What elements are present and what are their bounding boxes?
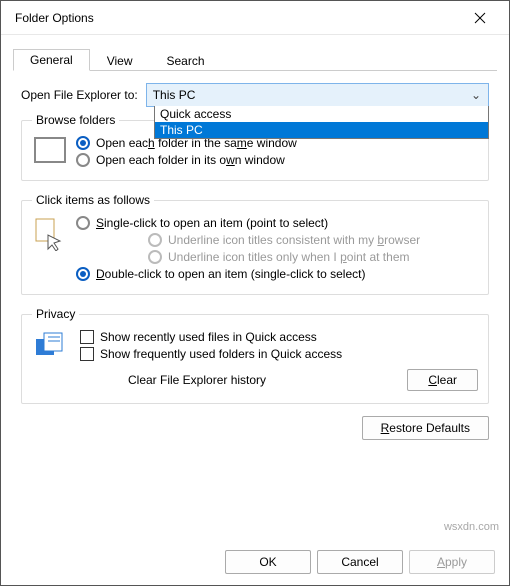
close-icon bbox=[474, 12, 486, 24]
click-items-group: Click items as follows Single-click to o… bbox=[21, 193, 489, 295]
radio-icon bbox=[76, 136, 90, 150]
tab-view[interactable]: View bbox=[90, 50, 150, 71]
dialog-footer: OK Cancel Apply bbox=[1, 539, 509, 585]
titlebar: Folder Options bbox=[1, 1, 509, 35]
tab-general[interactable]: General bbox=[13, 49, 90, 71]
watermark: wsxdn.com bbox=[444, 521, 499, 533]
tab-search[interactable]: Search bbox=[150, 50, 222, 71]
window-title: Folder Options bbox=[15, 11, 94, 25]
radio-underline-browser: Underline icon titles consistent with my… bbox=[148, 233, 478, 247]
radio-icon bbox=[76, 216, 90, 230]
dropdown-option-this-pc[interactable]: This PC bbox=[155, 122, 488, 138]
radio-double-click[interactable]: Double-click to open an item (single-cli… bbox=[76, 267, 478, 281]
dropdown-option-quick-access[interactable]: Quick access bbox=[155, 106, 488, 122]
close-button[interactable] bbox=[459, 3, 501, 33]
privacy-icon bbox=[34, 331, 66, 359]
radio-own-window[interactable]: Open each folder in its own window bbox=[76, 153, 478, 167]
radio-icon bbox=[76, 153, 90, 167]
chevron-down-icon: ⌄ bbox=[470, 88, 482, 102]
privacy-legend: Privacy bbox=[32, 307, 79, 321]
open-explorer-combobox[interactable]: This PC ⌄ bbox=[146, 83, 489, 107]
radio-icon bbox=[76, 267, 90, 281]
radio-icon bbox=[148, 233, 162, 247]
clear-history-label: Clear File Explorer history bbox=[128, 373, 266, 387]
combobox-value: This PC bbox=[153, 88, 196, 102]
radio-icon bbox=[148, 250, 162, 264]
privacy-group: Privacy Show recently used files in Quic… bbox=[21, 307, 489, 404]
radio-underline-point: Underline icon titles only when I point … bbox=[148, 250, 478, 264]
open-explorer-dropdown: Quick access This PC bbox=[154, 106, 489, 139]
radio-single-click[interactable]: Single-click to open an item (point to s… bbox=[76, 216, 478, 230]
checkbox-recent-files[interactable]: Show recently used files in Quick access bbox=[80, 330, 478, 344]
browse-folders-legend: Browse folders bbox=[32, 113, 119, 127]
folder-icon bbox=[34, 137, 66, 163]
cancel-button[interactable]: Cancel bbox=[317, 550, 403, 574]
apply-button[interactable]: Apply bbox=[409, 550, 495, 574]
click-items-legend: Click items as follows bbox=[32, 193, 154, 207]
restore-defaults-button[interactable]: Restore Defaults bbox=[362, 416, 489, 440]
checkbox-frequent-folders[interactable]: Show frequently used folders in Quick ac… bbox=[80, 347, 478, 361]
tab-strip: General View Search bbox=[13, 49, 497, 71]
click-icon bbox=[34, 217, 62, 251]
content-area: General View Search Open File Explorer t… bbox=[1, 35, 509, 440]
ok-button[interactable]: OK bbox=[225, 550, 311, 574]
open-explorer-row: Open File Explorer to: This PC ⌄ Quick a… bbox=[21, 83, 489, 107]
open-explorer-label: Open File Explorer to: bbox=[21, 88, 138, 102]
clear-button[interactable]: Clear bbox=[407, 369, 478, 391]
checkbox-icon bbox=[80, 330, 94, 344]
checkbox-icon bbox=[80, 347, 94, 361]
